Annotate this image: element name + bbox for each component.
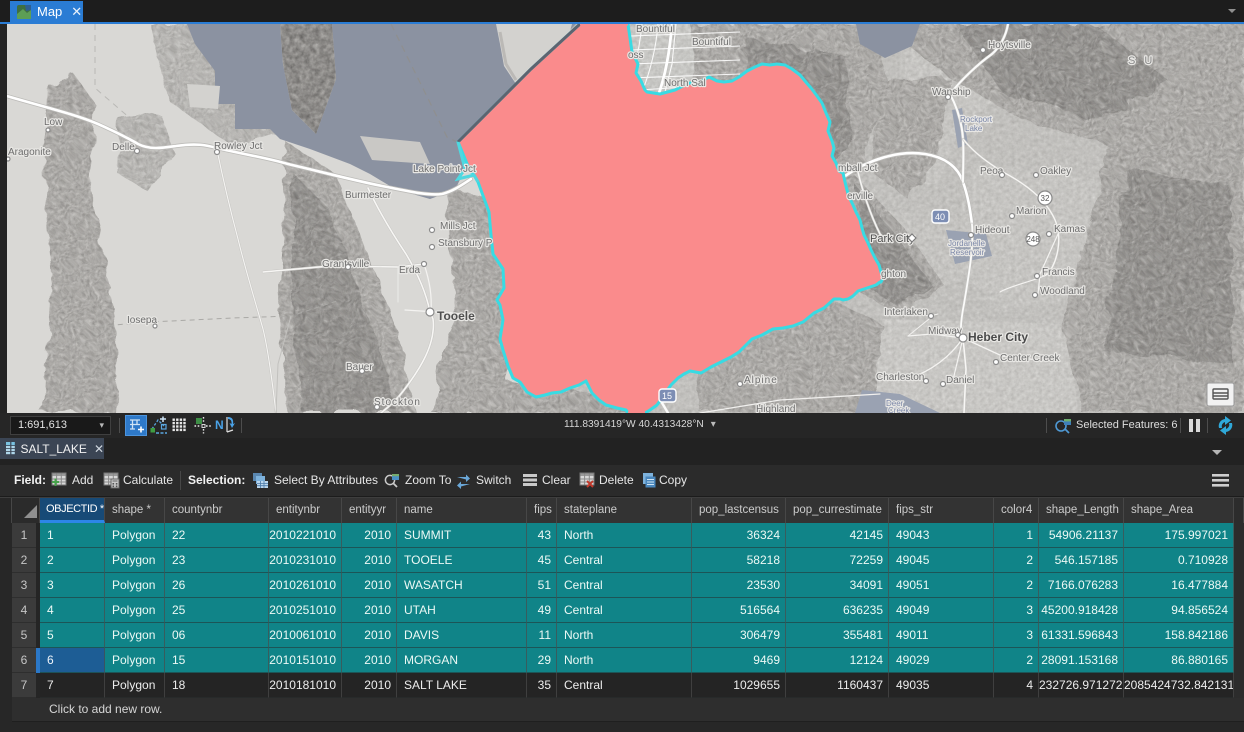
svg-text:Charleston: Charleston bbox=[876, 372, 924, 383]
svg-text:S U: S U bbox=[1128, 55, 1155, 67]
svg-text:248: 248 bbox=[1026, 235, 1040, 244]
svg-text:N: N bbox=[215, 418, 224, 432]
svg-text:32: 32 bbox=[1041, 194, 1050, 203]
svg-text:Heber City: Heber City bbox=[968, 330, 1028, 344]
svg-text:Creek: Creek bbox=[888, 406, 910, 413]
svg-text:ghton: ghton bbox=[881, 269, 906, 280]
svg-text:Oakley: Oakley bbox=[1040, 166, 1071, 177]
svg-text:Mills Jct: Mills Jct bbox=[440, 221, 476, 232]
svg-text:Stockton: Stockton bbox=[374, 397, 421, 408]
svg-text:Rockport: Rockport bbox=[960, 115, 993, 124]
svg-text:Center Creek: Center Creek bbox=[1000, 353, 1060, 364]
svg-text:Bountiful: Bountiful bbox=[636, 24, 675, 35]
svg-text:Reservoir: Reservoir bbox=[950, 248, 985, 257]
svg-text:erville: erville bbox=[847, 191, 874, 202]
svg-text:Hoytsville: Hoytsville bbox=[988, 40, 1031, 51]
svg-text:Tooele: Tooele bbox=[437, 309, 475, 323]
svg-text:Highland: Highland bbox=[756, 404, 795, 413]
svg-text:Hideout: Hideout bbox=[975, 225, 1010, 236]
svg-text:North Sal: North Sal bbox=[664, 78, 706, 89]
svg-text:mball Jct: mball Jct bbox=[838, 163, 878, 174]
svg-text:Francis: Francis bbox=[1042, 267, 1075, 278]
svg-text:Kamas: Kamas bbox=[1054, 224, 1085, 235]
svg-text:15: 15 bbox=[662, 391, 672, 401]
svg-text:Burmester: Burmester bbox=[345, 190, 392, 201]
svg-text:Bountiful: Bountiful bbox=[692, 37, 731, 48]
svg-text:Jordanelle: Jordanelle bbox=[948, 239, 985, 248]
svg-text:Erda: Erda bbox=[399, 265, 421, 276]
svg-text:Rowley Jct: Rowley Jct bbox=[214, 141, 263, 152]
svg-text:40: 40 bbox=[935, 212, 945, 222]
svg-text:Aragonite: Aragonite bbox=[8, 147, 51, 158]
svg-text:oss: oss bbox=[628, 50, 644, 61]
svg-text:Alpine: Alpine bbox=[744, 375, 778, 386]
svg-text:Lake: Lake bbox=[965, 124, 983, 133]
svg-text:Lake Point Jct: Lake Point Jct bbox=[413, 164, 476, 175]
svg-text:Low: Low bbox=[44, 117, 63, 128]
svg-text:Iosepa: Iosepa bbox=[127, 315, 157, 326]
svg-text:Interlaken: Interlaken bbox=[884, 307, 928, 318]
svg-text:Woodland: Woodland bbox=[1040, 286, 1085, 297]
svg-text:Daniel: Daniel bbox=[946, 375, 974, 386]
svg-text:Marion: Marion bbox=[1016, 206, 1047, 217]
svg-text:Stansbury P: Stansbury P bbox=[438, 238, 493, 249]
svg-text:Delle: Delle bbox=[112, 142, 135, 153]
svg-text:Wanship: Wanship bbox=[932, 87, 971, 98]
